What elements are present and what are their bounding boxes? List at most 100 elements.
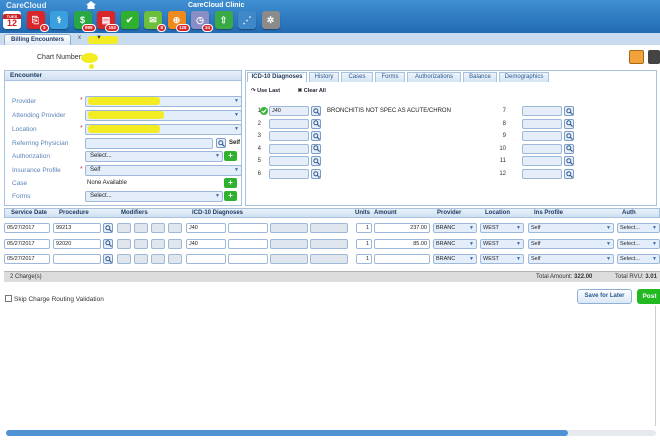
settings-gear-icon[interactable]: ✲ [261, 11, 280, 29]
tab-billing-encounters[interactable]: Billing Encounters [4, 34, 72, 45]
modifier-input[interactable] [168, 223, 182, 233]
auth-select[interactable]: Select... ▼ [617, 238, 660, 249]
icd-pointer-input[interactable] [310, 254, 348, 264]
icd-pointer-input[interactable] [228, 254, 268, 264]
field-select[interactable]: ▼ [85, 110, 242, 121]
add-case-button[interactable]: + [224, 178, 237, 188]
add-button[interactable]: + [224, 151, 237, 161]
search-icon[interactable] [103, 254, 113, 264]
search-icon[interactable] [564, 118, 574, 129]
close-tab-icon[interactable]: x [78, 35, 81, 41]
procedure-input[interactable]: 99213 [53, 223, 101, 233]
procedure-input[interactable] [53, 254, 101, 264]
modifier-input[interactable] [117, 223, 131, 233]
post-button[interactable]: Post [637, 289, 660, 304]
icd-pointer-input[interactable]: J40 [186, 223, 226, 233]
search-icon[interactable] [311, 143, 321, 154]
units-input[interactable]: 1 [356, 254, 372, 264]
icd-pointer-input[interactable] [228, 238, 268, 249]
location-select[interactable]: WEST ▼ [480, 223, 524, 233]
icd-code-input[interactable] [522, 169, 562, 179]
amount-input[interactable]: 85.00 [374, 238, 430, 249]
payments-icon[interactable]: ⊕ 128 [167, 11, 190, 32]
messages-icon[interactable]: ✉ 8 [144, 11, 166, 32]
icd-tab[interactable]: Forms [375, 72, 405, 82]
calendar-icon[interactable]: TUES 12 [3, 11, 21, 29]
field-select[interactable] [85, 138, 213, 149]
search-icon[interactable] [564, 169, 574, 179]
modifier-input[interactable] [117, 238, 131, 249]
horizontal-scrollbar[interactable] [6, 430, 568, 436]
save-for-later-button[interactable]: Save for Later [577, 289, 632, 304]
patient-alert-icon[interactable]: ⎘ 3 [26, 11, 49, 32]
field-select[interactable]: Self ▼ [85, 165, 242, 176]
auth-select[interactable]: Select... ▼ [617, 254, 660, 264]
modifier-input[interactable] [168, 238, 182, 249]
search-icon[interactable] [103, 223, 113, 233]
exit-icon[interactable] [648, 50, 660, 64]
ins-profile-select[interactable]: Self ▼ [528, 223, 614, 233]
service-date-input[interactable]: 05/27/2017 [4, 223, 50, 233]
auth-select[interactable]: Select... ▼ [617, 223, 660, 233]
search-icon[interactable] [564, 156, 574, 167]
modifier-input[interactable] [151, 223, 165, 233]
add-button[interactable]: + [224, 191, 237, 201]
search-icon[interactable] [311, 169, 321, 179]
tasks-check-icon[interactable]: ✔ [120, 11, 139, 29]
field-select[interactable]: ▼ [85, 96, 242, 107]
analytics-icon[interactable]: ⋰ [238, 11, 256, 29]
icd-code-input[interactable] [269, 143, 309, 154]
field-select[interactable]: Select... ▼ [85, 191, 223, 202]
location-select[interactable]: WEST ▼ [480, 238, 524, 249]
icd-tab[interactable]: ICD-10 Diagnoses [247, 72, 307, 82]
icd-pointer-input[interactable] [228, 223, 268, 233]
icd-code-input[interactable] [522, 118, 562, 129]
icd-pointer-input[interactable] [270, 223, 308, 233]
search-icon[interactable] [103, 238, 113, 249]
modifier-input[interactable] [168, 254, 182, 264]
amount-input[interactable]: 237.00 [374, 223, 430, 233]
search-icon[interactable] [216, 138, 226, 148]
search-icon[interactable] [564, 143, 574, 154]
search-icon[interactable] [311, 156, 321, 167]
use-last-button[interactable]: ↷ Use Last [251, 88, 288, 94]
modifier-input[interactable] [134, 223, 148, 233]
procedure-input[interactable]: 92020 [53, 238, 101, 249]
units-input[interactable]: 1 [356, 223, 372, 233]
skip-routing-option[interactable]: Skip Charge Routing Validation [5, 295, 104, 303]
icd-tab[interactable]: Demographics [499, 72, 549, 82]
billing-dollar-icon[interactable]: $999 [73, 11, 96, 32]
modifier-input[interactable] [134, 254, 148, 264]
claims-icon[interactable]: ▤ 192 [97, 11, 119, 32]
upload-icon[interactable]: ⇧ [214, 11, 233, 29]
service-date-input[interactable]: 05/27/2017 [4, 238, 50, 249]
modifier-input[interactable] [151, 254, 165, 264]
icd-pointer-input[interactable] [270, 238, 308, 249]
scheduler-icon[interactable]: ◷ 34 [191, 11, 213, 32]
stethoscope-icon[interactable]: ⚕ [50, 11, 68, 29]
modifier-input[interactable] [134, 238, 148, 249]
skip-routing-checkbox[interactable] [5, 295, 12, 302]
icd-code-input[interactable] [522, 131, 562, 142]
icd-code-input[interactable] [522, 156, 562, 167]
service-date-input[interactable]: 05/27/2017 [4, 254, 50, 264]
icd-pointer-input[interactable] [310, 223, 348, 233]
search-icon[interactable] [564, 106, 574, 116]
ins-profile-select[interactable]: Self ▼ [528, 238, 614, 249]
icd-pointer-input[interactable]: J40 [186, 238, 226, 249]
icd-code-input[interactable]: J40 [269, 106, 309, 116]
modifier-input[interactable] [151, 238, 165, 249]
search-icon[interactable] [311, 106, 321, 116]
icd-code-input[interactable] [269, 118, 309, 129]
icd-tab[interactable]: Cases [341, 72, 373, 82]
field-select[interactable]: ▼ [85, 124, 242, 135]
print-icon[interactable] [629, 50, 644, 64]
clear-all-button[interactable]: ✖ Clear All [298, 88, 334, 94]
chevron-down-icon[interactable]: ▼ [96, 35, 102, 41]
icd-code-input[interactable] [269, 131, 309, 142]
provider-select[interactable]: BRANC ▼ [433, 223, 477, 233]
icd-code-input[interactable] [522, 143, 562, 154]
field-select[interactable]: Select... ▼ [85, 151, 223, 162]
provider-select[interactable]: BRANC ▼ [433, 254, 477, 264]
icd-code-input[interactable] [522, 106, 562, 116]
